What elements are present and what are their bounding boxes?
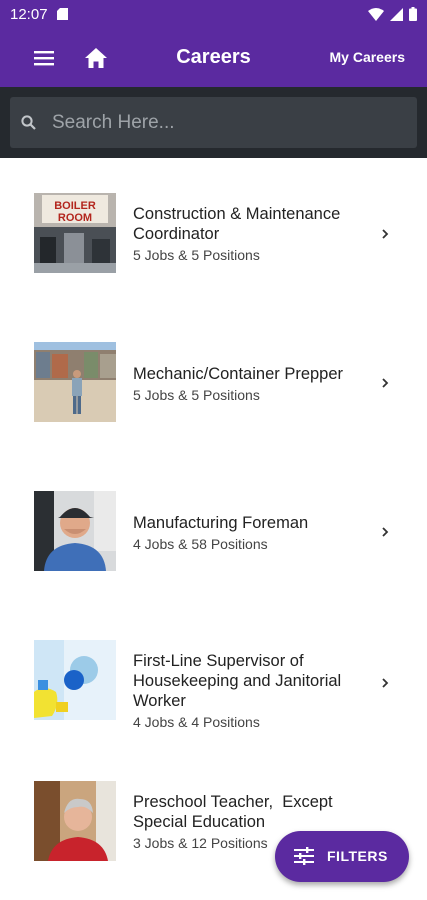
- sliders-icon: [294, 847, 314, 865]
- wifi-icon: [368, 7, 384, 21]
- status-icons: [368, 7, 417, 21]
- career-list-item[interactable]: First-Line Supervisor of Housekeeping an…: [0, 605, 427, 777]
- svg-text:ROOM: ROOM: [58, 212, 92, 224]
- home-icon[interactable]: [82, 44, 110, 72]
- chevron-right-icon: [382, 378, 389, 388]
- sd-card-icon: [57, 8, 68, 20]
- menu-icon[interactable]: [30, 46, 58, 70]
- career-list-item[interactable]: Manufacturing Foreman 4 Jobs & 58 Positi…: [0, 456, 427, 605]
- career-list-item[interactable]: BOILER ROOM Construction & Maintenance C…: [0, 158, 427, 307]
- career-info: Mechanic/Container Prepper 5 Jobs & 5 Po…: [133, 364, 373, 405]
- career-title: Manufacturing Foreman: [133, 514, 309, 532]
- worker-at-container-yard-photo: [34, 342, 116, 422]
- status-time: 12:07: [10, 6, 48, 23]
- filters-label: FILTERS: [327, 848, 388, 864]
- career-title: Preschool Teacher, Except Special Educat…: [133, 793, 338, 831]
- chevron-right-icon: [382, 678, 389, 688]
- search-field[interactable]: [10, 97, 417, 148]
- status-bar: 12:07: [0, 0, 427, 30]
- chevron-right-icon: [382, 527, 389, 537]
- career-summary: 4 Jobs & 4 Positions: [133, 714, 260, 730]
- cleaning-gloves-photo: [34, 640, 116, 720]
- career-title: First-Line Supervisor of Housekeeping an…: [133, 652, 342, 710]
- search-bar: [0, 87, 427, 158]
- teacher-portrait-photo: [34, 781, 116, 861]
- battery-icon: [409, 7, 417, 21]
- my-careers-button[interactable]: My Careers: [330, 49, 406, 65]
- filters-button[interactable]: FILTERS: [275, 831, 409, 882]
- career-summary: 4 Jobs & 58 Positions: [133, 536, 268, 552]
- app-bar: Careers My Careers: [0, 30, 427, 87]
- career-summary: 5 Jobs & 5 Positions: [133, 247, 260, 263]
- boiler-room-photo: BOILER ROOM: [34, 193, 116, 273]
- search-input[interactable]: [52, 97, 407, 148]
- career-info: Manufacturing Foreman 4 Jobs & 58 Positi…: [133, 513, 373, 554]
- career-title: Construction & Maintenance Coordinator: [133, 205, 341, 243]
- career-title: Mechanic/Container Prepper: [133, 365, 344, 383]
- man-in-cap-photo: [34, 491, 116, 571]
- career-summary: 5 Jobs & 5 Positions: [133, 387, 260, 403]
- career-list-item[interactable]: Mechanic/Container Prepper 5 Jobs & 5 Po…: [0, 307, 427, 456]
- signal-icon: [390, 7, 403, 21]
- search-icon: [21, 115, 36, 130]
- career-info: Construction & Maintenance Coordinator 5…: [133, 204, 373, 265]
- thumb-sign-line1: BOILER: [54, 200, 96, 212]
- chevron-right-icon: [382, 229, 389, 239]
- career-list: BOILER ROOM Construction & Maintenance C…: [0, 158, 427, 900]
- career-info: First-Line Supervisor of Housekeeping an…: [133, 651, 373, 732]
